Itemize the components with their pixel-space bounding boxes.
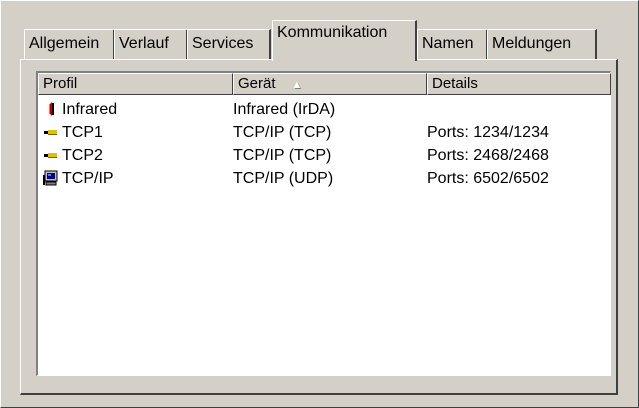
list-rows: Infrared Infrared (IrDA) TCP1 TCP/IP (TC… bbox=[38, 98, 611, 190]
device-name: TCP/IP (TCP) bbox=[233, 147, 332, 164]
column-header-details[interactable]: Details bbox=[427, 73, 611, 95]
cable-connector-icon bbox=[44, 130, 57, 135]
tab-allgemein[interactable]: Allgemein bbox=[24, 29, 115, 59]
list-header: Profil Gerät ▲ Details bbox=[38, 73, 611, 95]
tab-kommunikation[interactable]: Kommunikation bbox=[272, 20, 417, 61]
tab-namen[interactable]: Namen bbox=[417, 29, 488, 59]
list-item[interactable]: TCP1 TCP/IP (TCP) Ports: 1234/1234 bbox=[38, 121, 611, 144]
list-item[interactable]: TCP2 TCP/IP (TCP) Ports: 2468/2468 bbox=[38, 144, 611, 167]
details-text: Ports: 1234/1234 bbox=[427, 124, 549, 141]
sort-ascending-icon: ▲ bbox=[291, 79, 303, 91]
details-text: Ports: 6502/6502 bbox=[427, 170, 549, 187]
list-item[interactable]: Infrared Infrared (IrDA) bbox=[38, 98, 611, 121]
tab-verlauf[interactable]: Verlauf bbox=[114, 29, 188, 59]
network-computer-icon bbox=[43, 170, 58, 186]
list-item[interactable]: TCP/IP TCP/IP (UDP) Ports: 6502/6502 bbox=[38, 167, 611, 190]
profile-list[interactable]: Profil Gerät ▲ Details Infrared Infrared … bbox=[36, 71, 611, 376]
tab-strip: Allgemein Verlauf Services Kommunikation… bbox=[0, 0, 639, 61]
device-name: Infrared (IrDA) bbox=[233, 101, 336, 118]
tab-services[interactable]: Services bbox=[187, 29, 271, 59]
profile-name: TCP/IP bbox=[62, 170, 114, 187]
column-header-geraet[interactable]: Gerät ▲ bbox=[233, 73, 427, 95]
device-name: TCP/IP (UDP) bbox=[233, 170, 334, 187]
profile-name: TCP1 bbox=[62, 124, 103, 141]
column-header-label: Details bbox=[432, 75, 478, 92]
tab-page-kommunikation: Profil Gerät ▲ Details Infrared Infrared … bbox=[20, 59, 618, 395]
column-header-label: Profil bbox=[43, 75, 78, 92]
tab-meldungen[interactable]: Meldungen bbox=[487, 29, 597, 59]
cable-connector-icon bbox=[44, 153, 57, 158]
column-header-profil[interactable]: Profil bbox=[38, 73, 233, 95]
infrared-icon bbox=[49, 102, 54, 116]
details-text: Ports: 2468/2468 bbox=[427, 147, 549, 164]
profile-name: Infrared bbox=[62, 101, 118, 118]
device-name: TCP/IP (TCP) bbox=[233, 124, 332, 141]
profile-name: TCP2 bbox=[62, 147, 103, 164]
column-header-label: Gerät bbox=[238, 75, 276, 92]
